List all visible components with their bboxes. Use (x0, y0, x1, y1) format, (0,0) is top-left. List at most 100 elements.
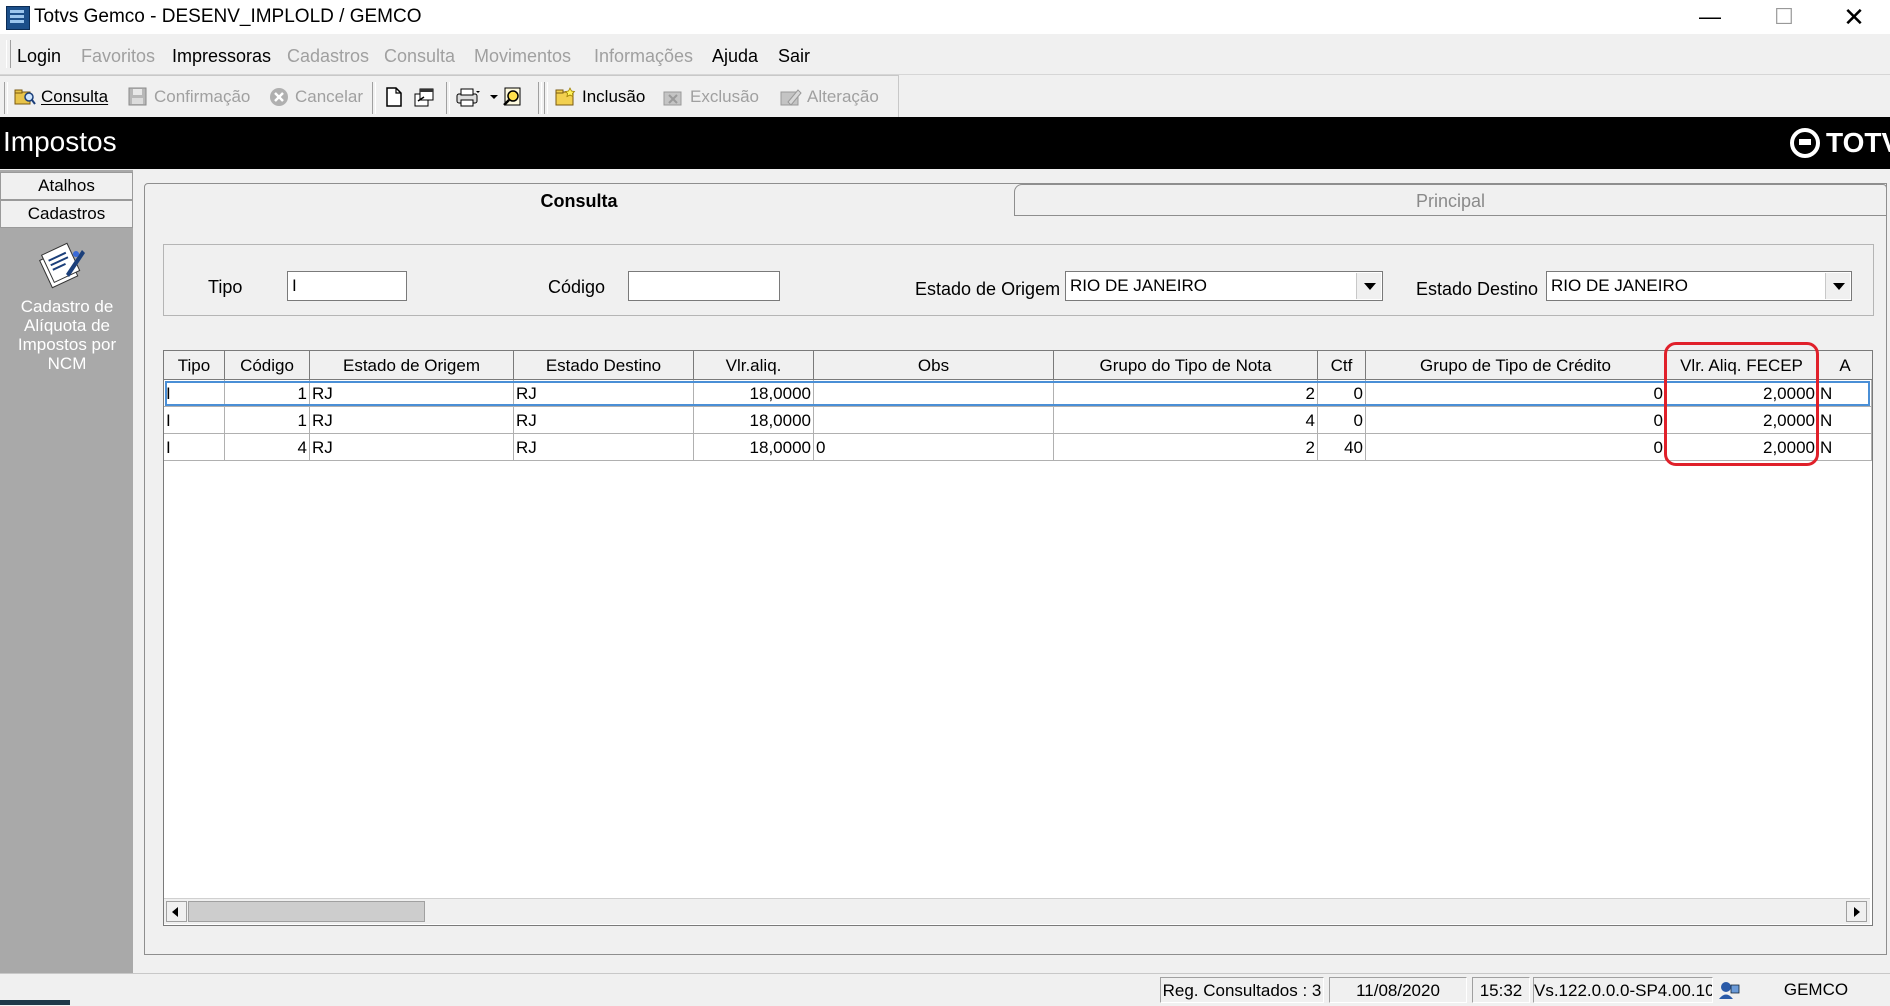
tipo-input[interactable]: I (287, 271, 407, 301)
cell-grupo-tipo-credito[interactable]: 0 (1366, 380, 1666, 407)
scrollbar-thumb[interactable] (188, 901, 425, 922)
grid-header: Tipo Código Estado de Origem Estado Dest… (164, 351, 1872, 380)
cell-estado-destino[interactable]: RJ (514, 434, 694, 461)
consulta-label: Consulta (41, 87, 109, 106)
cell-tipo[interactable]: I (164, 407, 225, 434)
totvs-logo-icon (1790, 128, 1820, 158)
cell-ctf[interactable]: 0 (1318, 407, 1366, 434)
menu-grip (6, 40, 11, 68)
tab-consulta[interactable]: Consulta (144, 183, 1014, 219)
totvs-logo-text: TOTVS (1826, 127, 1890, 158)
status-bar: Reg. Consultados : 3 11/08/2020 15:32 Vs… (0, 973, 1890, 1006)
cell-estado-destino[interactable]: RJ (514, 407, 694, 434)
cell-tipo[interactable]: I (164, 434, 225, 461)
sidebar-tab-cadastros[interactable]: Cadastros (0, 200, 133, 228)
cell-ctf[interactable]: 40 (1318, 434, 1366, 461)
cell-vlr-aliq[interactable]: 18,0000 (694, 380, 814, 407)
window-export-button[interactable] (413, 85, 440, 109)
sidebar-tab-atalhos[interactable]: Atalhos (0, 172, 133, 200)
tipo-label: Tipo (208, 277, 243, 297)
close-button[interactable]: ✕ (1824, 0, 1884, 34)
estado-destino-select[interactable]: RIO DE JANEIRO (1546, 271, 1852, 301)
column-header-ctf[interactable]: Ctf (1318, 351, 1366, 379)
cancel-icon (268, 87, 290, 107)
column-header-grupo-tipo-nota[interactable]: Grupo do Tipo de Nota (1054, 351, 1318, 379)
cell-codigo[interactable]: 1 (225, 380, 310, 407)
cell-vlr-aliq[interactable]: 18,0000 (694, 407, 814, 434)
column-header-estado-destino[interactable]: Estado Destino (514, 351, 694, 379)
cell-estado-origem[interactable]: RJ (310, 407, 514, 434)
status-user: GEMCO (1783, 980, 1849, 999)
chevron-down-icon[interactable] (1825, 273, 1850, 299)
inclusao-label: Inclusão (582, 87, 646, 106)
menu-consulta: Consulta (384, 46, 456, 66)
status-version: Vs.122.0.0.0-SP4.00.10 (1533, 977, 1713, 1003)
cell-grupo-tipo-credito[interactable]: 0 (1366, 407, 1666, 434)
cell-codigo[interactable]: 1 (225, 407, 310, 434)
cell-obs[interactable] (814, 407, 1054, 434)
print-button[interactable] (455, 85, 482, 109)
menu-login[interactable]: Login (17, 46, 61, 67)
menu-sair[interactable]: Sair (778, 46, 810, 67)
scroll-right-icon[interactable] (1846, 901, 1867, 922)
horizontal-scrollbar[interactable] (164, 898, 1870, 924)
screen-header: Impostos TOTVS (0, 117, 1890, 169)
tab-principal[interactable]: Principal (1014, 184, 1887, 216)
consulta-button[interactable]: Consulta (14, 85, 108, 109)
cell-grupo-tipo-nota[interactable]: 4 (1054, 407, 1318, 434)
cell-a[interactable]: N (1818, 407, 1872, 434)
column-header-vlr-aliq[interactable]: Vlr.aliq. (694, 351, 814, 379)
scroll-left-icon[interactable] (166, 901, 187, 922)
window-export-icon (413, 87, 435, 107)
cell-codigo[interactable]: 4 (225, 434, 310, 461)
cell-estado-origem[interactable]: RJ (310, 380, 514, 407)
print-preview-button[interactable] (502, 85, 529, 109)
chevron-down-icon[interactable] (1356, 273, 1381, 299)
data-grid[interactable]: Tipo Código Estado de Origem Estado Dest… (163, 350, 1873, 926)
column-header-tipo[interactable]: Tipo (164, 351, 225, 379)
cell-a[interactable]: N (1818, 434, 1872, 461)
inclusao-button[interactable]: Inclusão (555, 85, 645, 109)
exclusao-button: Exclusão (663, 85, 759, 109)
table-row[interactable]: I 1 RJ RJ 18,0000 4 0 0 2,0000 N (164, 407, 1872, 434)
shortcut-label[interactable]: Cadastro de Alíquota de Impostos por NCM (6, 297, 128, 373)
cell-vlr-aliq[interactable]: 18,0000 (694, 434, 814, 461)
cell-grupo-tipo-credito[interactable]: 0 (1366, 434, 1666, 461)
column-header-a[interactable]: A (1818, 351, 1872, 379)
window-title: Totvs Gemco - DESENV_IMPLOLD / GEMCO (34, 6, 422, 27)
cell-ctf[interactable]: 0 (1318, 380, 1366, 407)
toolbar: Consulta Confirmação Cancelar Inclusão E… (0, 75, 899, 119)
network-user-icon (1717, 979, 1741, 1001)
table-row[interactable]: I 1 RJ RJ 18,0000 2 0 0 2,0000 N (164, 380, 1872, 407)
cell-a[interactable]: N (1818, 380, 1872, 407)
menu-ajuda[interactable]: Ajuda (712, 46, 758, 67)
codigo-input[interactable] (628, 271, 780, 301)
maximize-button[interactable]: ☐ (1754, 0, 1814, 34)
column-header-estado-origem[interactable]: Estado de Origem (310, 351, 514, 379)
cell-grupo-tipo-nota[interactable]: 2 (1054, 380, 1318, 407)
cell-estado-destino[interactable]: RJ (514, 380, 694, 407)
cell-obs[interactable] (814, 380, 1054, 407)
tax-documents-icon[interactable] (36, 242, 85, 290)
minimize-button[interactable]: — (1680, 0, 1740, 34)
confirmacao-label: Confirmação (154, 87, 251, 106)
table-row[interactable]: I 4 RJ RJ 18,0000 0 2 40 0 2,0000 N (164, 434, 1872, 461)
menu-impressoras[interactable]: Impressoras (172, 46, 271, 67)
new-document-button[interactable] (383, 85, 410, 109)
save-disk-icon (127, 87, 149, 107)
column-header-obs[interactable]: Obs (814, 351, 1054, 379)
estado-origem-select[interactable]: RIO DE JANEIRO (1065, 271, 1383, 301)
edit-record-icon (780, 87, 802, 107)
column-header-grupo-tipo-credito[interactable]: Grupo de Tipo de Crédito (1366, 351, 1666, 379)
fecep-column-highlight (1664, 342, 1819, 466)
cell-obs[interactable]: 0 (814, 434, 1054, 461)
cell-tipo[interactable]: I (164, 380, 225, 407)
cell-estado-origem[interactable]: RJ (310, 434, 514, 461)
cell-grupo-tipo-nota[interactable]: 2 (1054, 434, 1318, 461)
confirmacao-button: Confirmação (127, 85, 250, 109)
column-header-codigo[interactable]: Código (225, 351, 310, 379)
add-folder-icon (555, 87, 577, 107)
taskbar-edge (0, 1000, 70, 1005)
toolbar-separator (4, 82, 8, 114)
menu-favoritos: Favoritos (81, 46, 156, 66)
